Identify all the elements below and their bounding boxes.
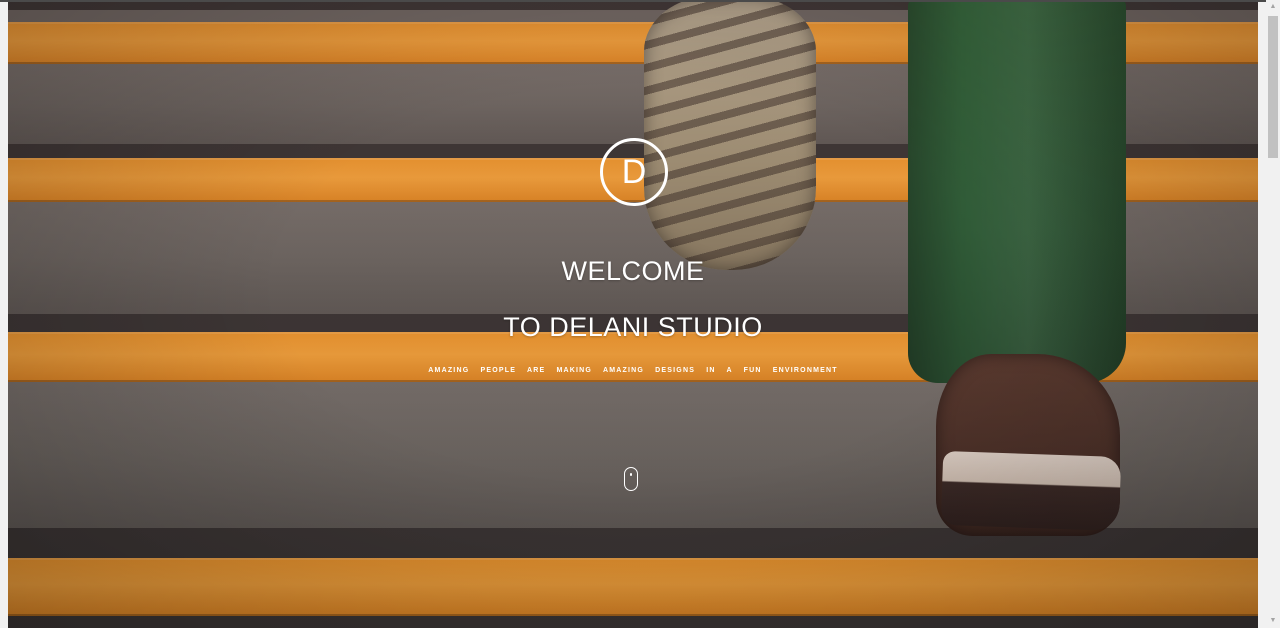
scroll-down-arrow-icon[interactable]: ▼: [1266, 614, 1280, 628]
scroll-up-arrow-icon[interactable]: ▲: [1266, 0, 1280, 14]
shoe-sole-photo: [644, 2, 816, 270]
scrollbar-thumb[interactable]: [1268, 16, 1278, 158]
hero-title-studio: TO DELANI STUDIO: [503, 312, 763, 342]
mouse-wheel-icon: [630, 473, 632, 476]
hero-title-welcome: WELCOME: [561, 256, 705, 286]
logo-icon: D: [600, 138, 668, 206]
sneaker-sole-photo: [940, 450, 1122, 532]
hero-tagline: AMAZING PEOPLE ARE MAKING AMAZING DESIGN…: [428, 367, 838, 374]
page-scrollbar[interactable]: ▲ ▼: [1266, 0, 1280, 628]
scroll-down-mouse-icon[interactable]: [624, 467, 638, 491]
stair-edge: [8, 616, 1258, 628]
stair-stripe: [8, 558, 1258, 616]
browser-viewport: D WELCOME TO DELANI STUDIO AMAZING PEOPL…: [0, 0, 1280, 628]
